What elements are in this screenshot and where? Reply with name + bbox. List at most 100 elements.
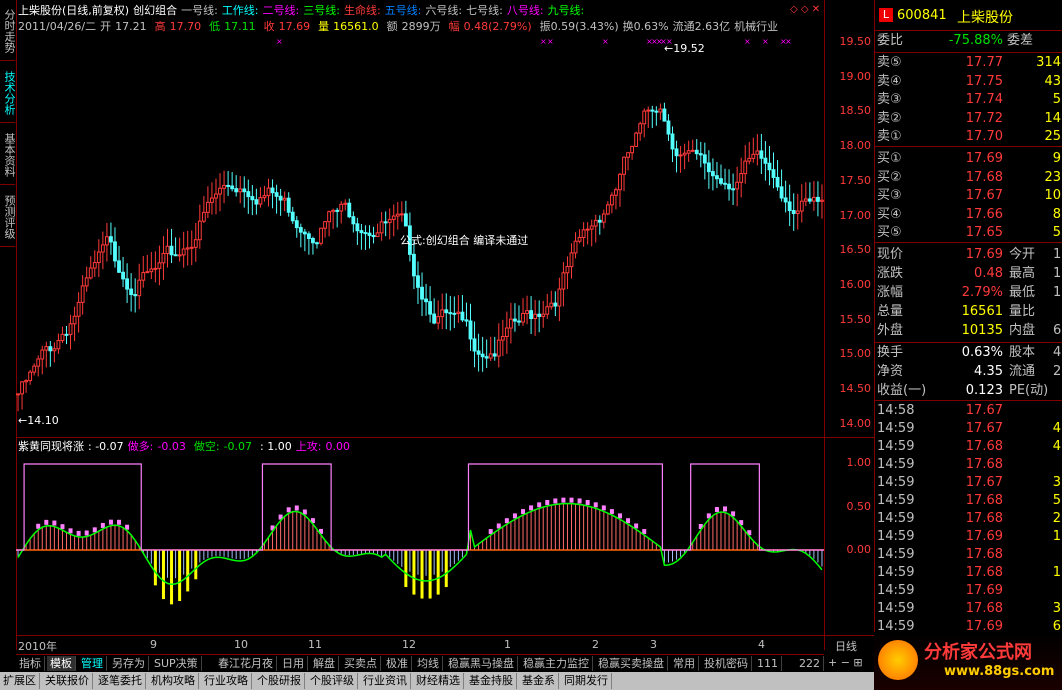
row-label: 卖② xyxy=(877,110,902,126)
template-tab[interactable]: 111 xyxy=(754,656,782,671)
extension-tab[interactable]: 个股评级 xyxy=(307,673,358,689)
order-book-row: 卖② 17.72 14 xyxy=(875,110,1062,128)
pink-block xyxy=(504,518,509,524)
tab-technical[interactable]: 技术分析 xyxy=(0,64,16,123)
candle-body xyxy=(533,313,538,320)
tick-row: 14:59 17.69 xyxy=(877,583,1003,598)
signal-marker: × xyxy=(276,37,283,46)
extension-tab[interactable]: 机构攻略 xyxy=(148,673,199,689)
candle-body xyxy=(181,248,186,256)
tick-row: 14:59 17.68 5 xyxy=(877,493,1061,508)
candle-body xyxy=(274,192,279,197)
period-label[interactable]: 日线 xyxy=(835,638,857,654)
site-logo: 分析家公式网 www.88gs.com xyxy=(874,632,1062,690)
x-axis-label: 9 xyxy=(150,638,157,651)
template-tab[interactable]: 指标 xyxy=(16,656,45,671)
template-tab[interactable]: 极准 xyxy=(383,656,412,671)
extension-tab[interactable]: 行业攻略 xyxy=(201,673,252,689)
extension-tab[interactable]: 扩展区 xyxy=(0,673,40,689)
window-controls[interactable]: ◇ ◇ ✕ xyxy=(790,4,820,15)
row-price: 17.67 xyxy=(965,188,1003,203)
extension-tab[interactable]: 财经精选 xyxy=(413,673,464,689)
extension-tab[interactable]: 关联报价 xyxy=(42,673,93,689)
template-tab[interactable]: SUP决策 xyxy=(151,656,202,671)
x-axis: 2010年 9 10 11 12 1 2 3 4 xyxy=(16,636,824,653)
candle-body xyxy=(650,109,655,112)
stat-row: 换手0.63%股本4.8 xyxy=(877,345,1062,360)
candle-body xyxy=(525,310,529,314)
line-label: 五号线: xyxy=(384,4,422,17)
row-label: 买② xyxy=(877,169,902,185)
line-label: 生命线: xyxy=(343,4,381,17)
row-price: 17.77 xyxy=(965,55,1003,70)
price-axis-label: 15.00 xyxy=(839,347,872,361)
extension-tab[interactable]: 同期发行 xyxy=(561,673,612,689)
template-tab[interactable]: 稳赢主力监控 xyxy=(520,656,593,671)
template-tab[interactable]: 常用 xyxy=(670,656,699,671)
candle-body xyxy=(638,123,643,134)
candle-body xyxy=(557,288,562,307)
extension-tab[interactable]: 逐笔委托 xyxy=(95,673,146,689)
tick-row: 14:59 17.68 3 xyxy=(877,601,1061,616)
candle-body xyxy=(153,267,158,270)
extension-tab[interactable]: 基金系 xyxy=(519,673,559,689)
candle-body xyxy=(723,182,727,185)
candle-body xyxy=(646,109,651,112)
template-tab[interactable]: 稳赢买卖操盘 xyxy=(595,656,668,671)
signal-step-line xyxy=(16,463,824,551)
candle-body xyxy=(52,348,57,352)
indicator-name: 紫黄同现将涨 xyxy=(18,440,84,453)
candle-body xyxy=(315,242,319,245)
template-tab-bar: 指标 模板 管理 另存为 SUP决策 春江花月夜 日用 解盘 买卖点 极准 均线 稳赢黑马操盘 稳赢主力… xyxy=(16,654,824,672)
candle-body xyxy=(492,353,497,357)
template-tab[interactable]: 222 xyxy=(796,656,824,671)
zoom-controls[interactable]: + − ⊞ xyxy=(828,656,863,669)
extension-tab[interactable]: 基金持股 xyxy=(466,673,517,689)
template-tab[interactable]: 解盘 xyxy=(310,656,339,671)
candle-body xyxy=(630,145,635,154)
line-label: 三号线: xyxy=(303,4,340,17)
template-tab[interactable]: 模板 xyxy=(47,656,76,671)
candle-body xyxy=(311,238,315,244)
price-axis-label: 17.00 xyxy=(839,208,872,222)
tab-fundamental[interactable]: 基本资料 xyxy=(0,126,16,185)
template-tab[interactable]: 日用 xyxy=(279,656,308,671)
candle-body xyxy=(242,188,247,193)
template-tab[interactable]: 春江花月夜 xyxy=(215,656,277,671)
industry-value: 机械行业 xyxy=(734,20,779,33)
candle-body xyxy=(654,110,659,113)
divider xyxy=(16,437,874,438)
extension-tab[interactable]: 行业资讯 xyxy=(360,673,411,689)
template-tab[interactable]: 管理 xyxy=(78,656,107,671)
candle-body xyxy=(448,312,453,315)
stat-row: 收益(一) 0.123 PE(动) xyxy=(877,383,1049,398)
candle-body xyxy=(383,221,388,224)
template-tab[interactable]: 均线 xyxy=(414,656,443,671)
extension-tab[interactable]: 个股研报 xyxy=(254,673,305,689)
pink-block xyxy=(44,519,49,525)
template-tab[interactable]: 投机密码 xyxy=(701,656,752,671)
order-book-row: 买④ 17.66 8 xyxy=(875,206,1062,224)
candle-body xyxy=(416,275,420,288)
candle-body xyxy=(104,236,109,246)
row-volume: 25 xyxy=(1044,129,1061,144)
tab-forecast[interactable]: 预测评级 xyxy=(0,188,16,247)
candle-body xyxy=(743,160,748,175)
candle-body xyxy=(302,231,307,235)
extension-tab-bar: 扩展区 关联报价 逐笔委托 机构攻略 行业攻略 个股研报 个股评级 行业资讯 财经精选 基金持股基… xyxy=(0,672,874,690)
candle-body xyxy=(767,162,772,171)
template-tab[interactable]: 稳赢黑马操盘 xyxy=(445,656,518,671)
candle-body xyxy=(807,198,812,202)
template-tab[interactable]: 买卖点 xyxy=(341,656,381,671)
template-tab[interactable]: 另存为 xyxy=(109,656,149,671)
candle-body xyxy=(286,197,291,213)
candle-body xyxy=(755,150,760,155)
candle-body xyxy=(76,301,81,317)
order-book-row: 买⑤ 17.65 5 xyxy=(875,224,1062,242)
indicator-chart[interactable] xyxy=(16,454,824,634)
tab-intraday[interactable]: 分时走势 xyxy=(0,2,16,61)
pink-block xyxy=(561,497,566,503)
candle-body xyxy=(165,245,170,254)
candle-body xyxy=(40,349,45,360)
candle-body xyxy=(32,365,37,373)
